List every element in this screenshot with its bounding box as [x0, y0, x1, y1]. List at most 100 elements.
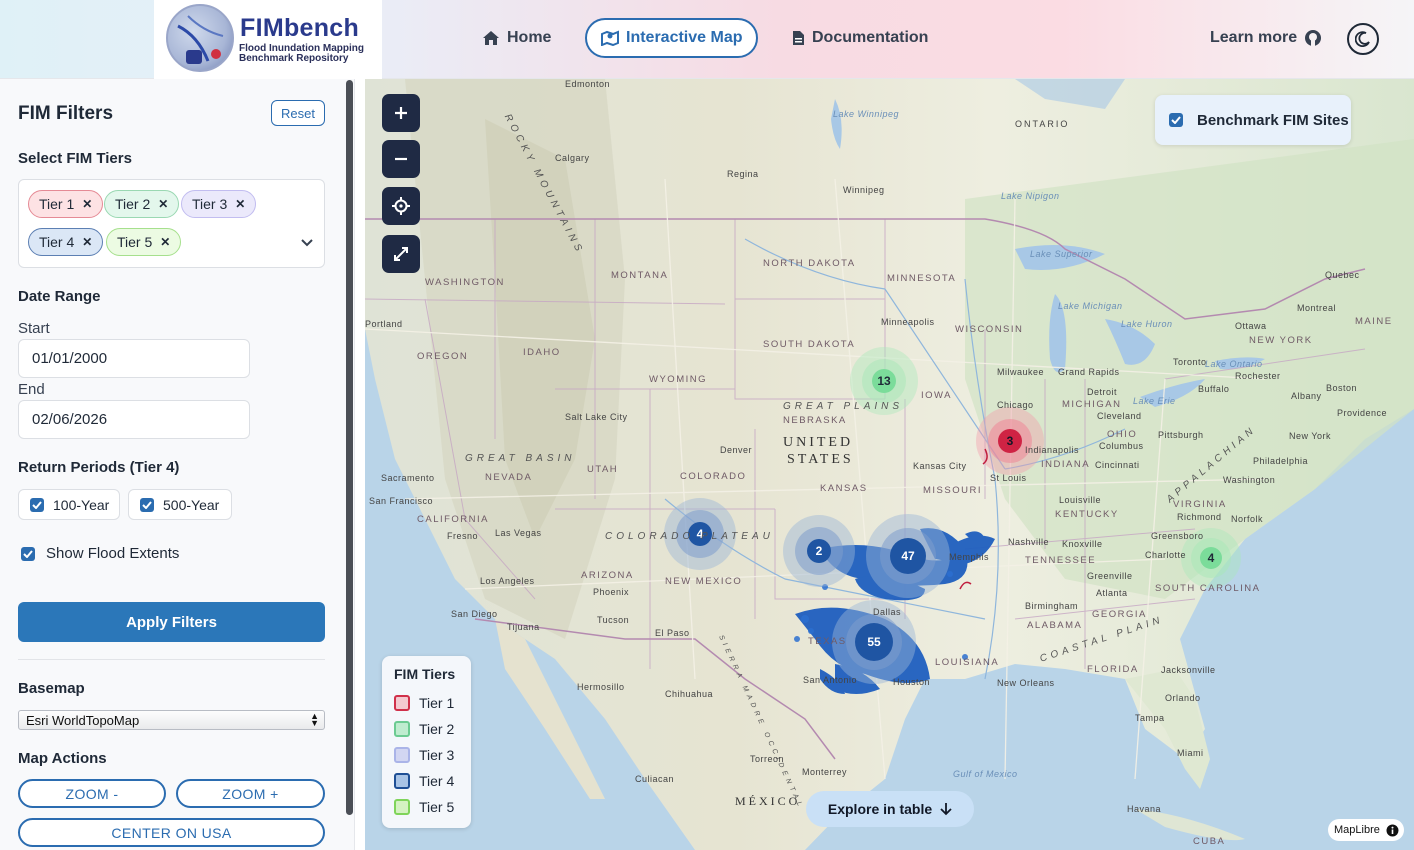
nav-interactive-map-label: Interactive Map: [626, 29, 743, 46]
benchmark-sites-toggle[interactable]: Benchmark FIM Sites: [1155, 95, 1351, 145]
return-period-500-checkbox[interactable]: 500-Year: [128, 489, 232, 520]
remove-chip-icon[interactable]: ✕: [158, 197, 168, 211]
map-view[interactable]: 13 3 4 2 47 55 4 Edmonton Calgary Regina…: [365, 79, 1414, 850]
attribution-label: MapLibre: [1334, 824, 1380, 836]
nav-documentation[interactable]: Documentation: [792, 18, 928, 58]
map-label: Minneapolis: [881, 317, 935, 327]
return-period-100-label: 100-Year: [53, 496, 110, 513]
map-zoom-out-button[interactable]: [382, 140, 420, 178]
map-label: San Francisco: [369, 496, 434, 506]
map-label: New Orleans: [997, 678, 1055, 688]
legend-item-tier-5: Tier 5: [394, 794, 471, 820]
map-label: Grand Rapids: [1058, 367, 1120, 377]
remove-chip-icon[interactable]: ✕: [82, 197, 92, 211]
legend-item-tier-4: Tier 4: [394, 768, 471, 794]
remove-chip-icon[interactable]: ✕: [160, 235, 170, 249]
map-label: Providence: [1337, 408, 1388, 418]
legend-item-tier-1: Tier 1: [394, 690, 471, 716]
basemap-select[interactable]: Esri WorldTopoMap ▲ ▼: [18, 710, 325, 730]
map-label: Boston: [1326, 383, 1358, 393]
map-label: Lake Superior: [1030, 249, 1093, 259]
map-label: SOUTH CAROLINA: [1155, 583, 1261, 594]
map-label: Denver: [720, 445, 753, 455]
legend-swatch: [394, 721, 410, 737]
cluster-count: 3: [1006, 434, 1014, 448]
expand-icon: [394, 247, 408, 261]
map-attribution[interactable]: MapLibre: [1328, 819, 1404, 841]
show-flood-extents-checkbox[interactable]: Show Flood Extents: [21, 545, 179, 562]
document-icon: [793, 31, 804, 45]
map-label: MÉXICO: [735, 794, 801, 808]
explore-label: Explore in table: [827, 801, 933, 817]
sidebar-scrollbar[interactable]: [346, 80, 353, 815]
tier-chip-2[interactable]: Tier 2 ✕: [104, 190, 180, 218]
map-label: Las Vegas: [495, 528, 542, 538]
map-label: CALIFORNIA: [417, 514, 490, 525]
map-fullscreen-button[interactable]: [382, 235, 420, 273]
basemap-selected-value: Esri WorldTopoMap: [26, 712, 140, 728]
map-zoom-in-button[interactable]: [382, 94, 420, 132]
map-label: Birmingham: [1025, 601, 1079, 611]
remove-chip-icon[interactable]: ✕: [235, 197, 245, 211]
learn-more-link[interactable]: Learn more: [1210, 18, 1329, 58]
map-label: NEBRASKA: [783, 415, 847, 426]
tier-chip-3[interactable]: Tier 3 ✕: [181, 190, 257, 218]
nav-interactive-map[interactable]: Interactive Map: [585, 18, 759, 58]
apply-filters-button[interactable]: Apply Filters: [18, 602, 325, 642]
tier-chip-4[interactable]: Tier 4 ✕: [28, 228, 104, 256]
map-label: Louisville: [1059, 495, 1102, 505]
return-period-100-checkbox[interactable]: 100-Year: [18, 489, 120, 520]
legend-item-tier-2: Tier 2: [394, 716, 471, 742]
map-label: Phoenix: [593, 587, 630, 597]
minus-icon: [395, 157, 407, 161]
tier-chip-label: Tier 1: [39, 196, 75, 212]
cluster-count: 47: [901, 549, 915, 563]
tier-chip-label: Tier 4: [39, 234, 75, 250]
map-locate-button[interactable]: [382, 187, 420, 225]
zoom-in-button[interactable]: ZOOM +: [176, 779, 325, 808]
map-label: Washington: [1223, 475, 1276, 485]
legend-swatch: [394, 773, 410, 789]
github-icon: [1305, 30, 1322, 46]
map-label: NEW YORK: [1249, 335, 1313, 346]
map-label: STATES: [787, 452, 854, 467]
map-label: Memphis: [949, 552, 990, 562]
map-label: Montreal: [1297, 303, 1337, 313]
map-label: Rochester: [1235, 371, 1281, 381]
learn-more-label: Learn more: [1210, 29, 1298, 46]
map-label: NEW MEXICO: [665, 576, 743, 587]
chevron-down-icon[interactable]: [300, 238, 314, 248]
map-label: Greensboro: [1151, 531, 1204, 541]
map-label: New York: [1289, 431, 1332, 441]
nav-home[interactable]: Home: [482, 18, 551, 58]
divider: [18, 659, 325, 660]
plus-icon: [395, 107, 407, 119]
zoom-out-button[interactable]: ZOOM -: [18, 779, 166, 808]
logo-image: [166, 4, 234, 72]
tier-chip-1[interactable]: Tier 1 ✕: [28, 190, 104, 218]
map-label: Portland: [365, 319, 403, 329]
reset-button[interactable]: Reset: [271, 100, 325, 126]
app-header: FIMbench Flood Inundation Mapping Benchm…: [0, 0, 1414, 79]
map-label: San Diego: [451, 609, 498, 619]
info-icon[interactable]: [1386, 824, 1399, 837]
start-date-input[interactable]: 01/01/2000: [18, 339, 250, 378]
center-on-usa-button[interactable]: CENTER ON USA: [18, 818, 325, 847]
nav-home-label: Home: [507, 29, 552, 46]
map-label: LOUISIANA: [935, 657, 1000, 668]
map-label: Toronto: [1173, 357, 1207, 367]
map-label: Tampa: [1135, 713, 1165, 723]
tier-chip-5[interactable]: Tier 5 ✕: [106, 228, 182, 256]
remove-chip-icon[interactable]: ✕: [82, 235, 92, 249]
map-label: Lake Erie: [1133, 396, 1176, 406]
end-date-input[interactable]: 02/06/2026: [18, 400, 250, 439]
tier-multiselect[interactable]: Tier 1 ✕ Tier 2 ✕ Tier 3 ✕ Tier 4 ✕ Tier 5 ✕: [18, 179, 325, 268]
logo[interactable]: FIMbench Flood Inundation Mapping Benchm…: [154, 0, 382, 79]
explore-in-table-button[interactable]: Explore in table: [806, 791, 974, 827]
map-label: Lake Michigan: [1058, 301, 1123, 311]
map-label: OHIO: [1107, 429, 1138, 440]
legend-label: Tier 4: [419, 773, 455, 789]
map-label: Kansas City: [913, 461, 967, 471]
theme-toggle-button[interactable]: [1347, 23, 1379, 55]
map-label: MISSOURI: [923, 485, 982, 496]
